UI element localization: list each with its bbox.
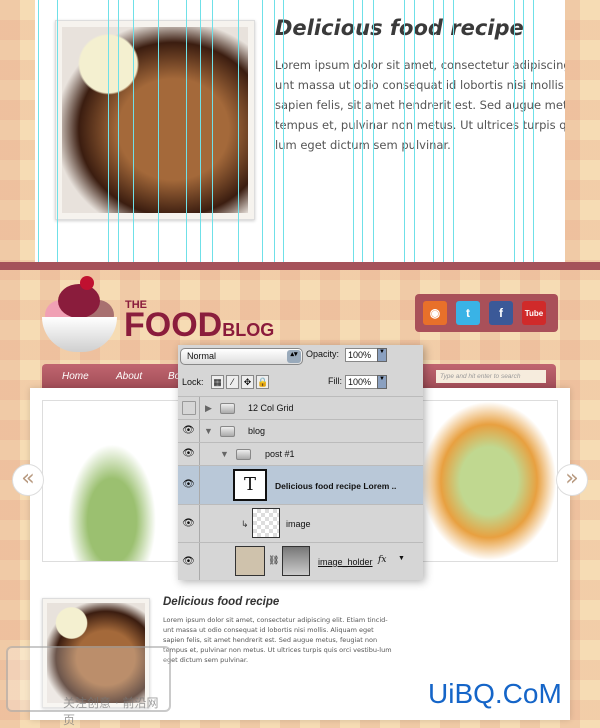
slider-image-left [42, 400, 182, 562]
grid-guide [514, 0, 515, 262]
search-input[interactable]: Type and hit enter to search [436, 370, 546, 383]
grid-guide [38, 0, 39, 262]
text-layer-icon: T [233, 469, 267, 501]
lock-move-icon[interactable]: ✥ [241, 375, 254, 389]
youtube-icon[interactable]: Tube [522, 301, 546, 325]
folder-icon [220, 403, 235, 414]
folder-icon [220, 426, 235, 437]
eye-icon[interactable]: 👁 [178, 543, 200, 580]
folder-icon [236, 449, 251, 460]
visibility-toggle[interactable] [178, 397, 200, 419]
preview-body: Lorem ipsum dolor sit amet, consectetur … [275, 58, 565, 152]
post-excerpt: Lorem ipsum dolor sit amet, consectetur … [163, 616, 392, 664]
grid-guide [57, 0, 58, 262]
mask-thumbnail [282, 546, 310, 576]
grid-guide [283, 0, 284, 262]
grid-guide [414, 0, 415, 262]
layer-blog[interactable]: 👁 ▼ blog [178, 419, 423, 442]
header-band [0, 262, 600, 270]
expand-arrow-icon: ▶ [205, 403, 212, 413]
grid-guide [238, 0, 239, 262]
watermark-logo: 关注创意 · 前沿网页 [6, 646, 171, 727]
grid-guide [118, 0, 119, 262]
layer-12-col-grid[interactable]: ▶ 12 Col Grid [178, 396, 423, 419]
slider-next-button[interactable]: » [556, 464, 588, 496]
grid-guide [212, 0, 213, 262]
grid-guide [453, 0, 454, 262]
layers-panel: Normal ▴▾ Opacity: 100% ▼ Lock: ▦ ⁄ ✥ 🔒 F… [178, 345, 423, 580]
lock-brush-icon[interactable]: ⁄ [226, 375, 239, 389]
slider-prev-button[interactable]: « [12, 464, 44, 496]
top-preview: Delicious food recipe Lorem ipsum dolor … [35, 0, 565, 262]
layer-image[interactable]: 👁 ↳ image [178, 504, 423, 542]
grid-guide [200, 0, 201, 262]
clip-arrow-icon: ↳ [241, 519, 249, 529]
grid-guide [262, 0, 263, 262]
layer-image-holder[interactable]: 👁 ⛓ image_holder fx ▼ [178, 542, 423, 580]
opacity-dropdown[interactable]: ▼ [377, 348, 387, 362]
grid-guide [186, 0, 187, 262]
food-photo [55, 20, 255, 220]
grid-guide [158, 0, 159, 262]
watermark-text: UiBQ.CoM [428, 678, 562, 709]
grid-guide [533, 0, 534, 262]
nav-home[interactable]: Home [62, 371, 89, 382]
lock-transparency-icon[interactable]: ▦ [211, 375, 224, 389]
updown-icon: ▴▾ [287, 350, 301, 363]
layer-post-1[interactable]: 👁 ▼ post #1 [178, 442, 423, 465]
eye-icon[interactable]: 👁 [178, 420, 200, 442]
grid-guide [404, 0, 405, 262]
post-title[interactable]: Delicious food recipe [163, 596, 279, 608]
image-thumbnail [252, 508, 280, 538]
fx-icon: fx [378, 555, 387, 565]
link-icon: ⛓ [268, 555, 280, 565]
facebook-icon[interactable]: f [489, 301, 513, 325]
blend-mode-select[interactable]: Normal ▴▾ [180, 348, 303, 365]
fill-dropdown[interactable]: ▼ [377, 375, 387, 389]
grid-guide [443, 0, 444, 262]
eye-icon[interactable]: 👁 [178, 466, 200, 504]
holder-thumbnail [235, 546, 265, 576]
preview-title: Delicious food recipe [275, 16, 524, 40]
grid-guide [274, 0, 275, 262]
social-links: ◉ t f Tube [415, 294, 558, 332]
grid-guide [362, 0, 363, 262]
collapse-arrow-icon: ▼ [204, 426, 213, 436]
grid-guide [373, 0, 374, 262]
expand-effects-icon: ▼ [398, 555, 405, 562]
eye-icon[interactable]: 👁 [178, 443, 200, 465]
eye-icon[interactable]: 👁 [178, 505, 200, 542]
lock-all-icon[interactable]: 🔒 [256, 375, 269, 389]
collapse-arrow-icon: ▼ [220, 449, 229, 459]
rss-icon[interactable]: ◉ [423, 301, 447, 325]
grid-guide [433, 0, 434, 262]
grid-guide [353, 0, 354, 262]
nav-about[interactable]: About [116, 371, 142, 382]
twitter-icon[interactable]: t [456, 301, 480, 325]
slider-image-right [420, 400, 558, 562]
grid-guide [133, 0, 134, 262]
grid-guide [108, 0, 109, 262]
grid-guide [523, 0, 524, 262]
layer-text-selected[interactable]: 👁 T Delicious food recipe Lorem .. [178, 465, 423, 504]
